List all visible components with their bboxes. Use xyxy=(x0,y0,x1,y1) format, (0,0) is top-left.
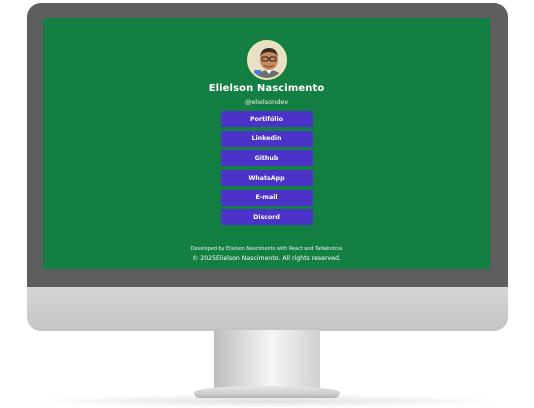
portfolio-button[interactable]: Portifólio xyxy=(220,111,313,127)
avatar-illustration xyxy=(248,42,285,78)
profile-handle: @elielsondev xyxy=(244,98,289,106)
monitor-shadow xyxy=(27,394,508,408)
screen: Elielson Nascimento @elielsondev Portifó… xyxy=(43,18,490,269)
profile-name: Elielson Nascimento xyxy=(208,83,325,94)
linkedin-button[interactable]: Linkedin xyxy=(220,130,313,147)
footer-developed-by: Developed by Elielson Nascimento with Re… xyxy=(190,246,343,253)
monitor-chin xyxy=(27,287,508,331)
github-button[interactable]: Github xyxy=(220,150,313,167)
monitor-stand xyxy=(214,330,320,388)
email-button[interactable]: E-mail xyxy=(220,189,313,206)
discord-button[interactable]: Discord xyxy=(220,209,313,226)
footer-copyright: © 2025Elielson Nascimento. All rights re… xyxy=(192,255,341,263)
whatsapp-button[interactable]: WhatsApp xyxy=(220,170,313,187)
link-list: Portifólio Linkedin Github WhatsApp E-ma… xyxy=(220,111,313,229)
avatar xyxy=(246,40,287,80)
